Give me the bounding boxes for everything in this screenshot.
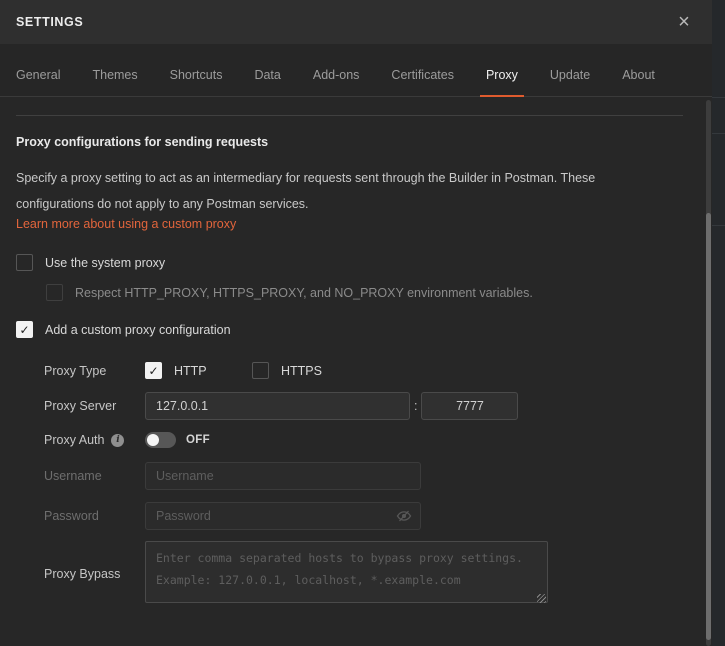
tab-certificates[interactable]: Certificates	[391, 54, 454, 97]
username-label: Username	[44, 469, 102, 483]
http-checkbox[interactable]: ✓	[145, 362, 162, 379]
settings-modal-screen: SETTINGS × General Themes Shortcuts Data…	[0, 0, 725, 646]
proxy-bypass-label: Proxy Bypass	[44, 566, 121, 581]
background-divider	[712, 225, 725, 226]
username-input	[145, 462, 421, 490]
proxy-auth-label-text: Proxy Auth	[44, 433, 105, 447]
respect-env-checkbox	[46, 284, 63, 301]
section-description: Specify a proxy setting to act as an int…	[16, 171, 596, 211]
learn-more-link[interactable]: Learn more about using a custom proxy	[16, 215, 236, 233]
http-label[interactable]: HTTP	[174, 364, 207, 378]
proxy-bypass-row: Proxy Bypass	[0, 541, 712, 606]
section-heading: Proxy configurations for sending request…	[16, 135, 269, 149]
tab-shortcuts[interactable]: Shortcuts	[170, 54, 223, 97]
host-port-separator: :	[414, 399, 418, 413]
info-icon[interactable]: i	[111, 433, 125, 447]
custom-proxy-label[interactable]: Add a custom proxy configuration	[45, 323, 231, 337]
username-row: Username	[0, 462, 712, 490]
tab-themes[interactable]: Themes	[92, 54, 137, 97]
background-divider	[712, 97, 725, 98]
https-option: HTTPS	[252, 362, 322, 379]
tab-proxy-label: Proxy	[485, 68, 518, 82]
custom-proxy-row: ✓ Add a custom proxy configuration	[0, 321, 712, 338]
tab-proxy[interactable]: Proxy	[479, 54, 524, 98]
checkmark-icon: ✓	[19, 322, 30, 337]
proxy-host-input[interactable]	[145, 392, 410, 420]
checkmark-icon: ✓	[148, 363, 159, 378]
background-divider	[712, 133, 725, 134]
tab-about[interactable]: About	[622, 54, 655, 97]
scrollbar-thumb[interactable]	[706, 213, 711, 640]
password-field-wrap	[145, 502, 421, 530]
https-label[interactable]: HTTPS	[281, 364, 322, 378]
close-icon[interactable]: ×	[674, 12, 694, 32]
custom-proxy-checkbox[interactable]: ✓	[16, 321, 33, 338]
proxy-auth-row: Proxy Auth i OFF	[0, 432, 712, 448]
proxy-bypass-wrap	[145, 541, 548, 606]
use-system-proxy-row: Use the system proxy	[0, 254, 712, 271]
section-divider	[16, 115, 683, 116]
proxy-settings-panel: Proxy configurations for sending request…	[0, 97, 712, 645]
tab-general[interactable]: General	[16, 54, 60, 97]
proxy-auth-state: OFF	[186, 434, 210, 446]
proxy-type-row: Proxy Type ✓ HTTP HTTPS	[0, 362, 712, 379]
settings-tabbar: General Themes Shortcuts Data Add-ons Ce…	[0, 44, 712, 98]
password-input	[145, 502, 421, 530]
use-system-proxy-checkbox[interactable]	[16, 254, 33, 271]
password-row: Password	[0, 502, 712, 530]
respect-env-label: Respect HTTP_PROXY, HTTPS_PROXY, and NO_…	[75, 285, 533, 300]
background-app-strip	[712, 0, 725, 646]
modal-title: SETTINGS	[16, 15, 84, 29]
proxy-type-label: Proxy Type	[44, 363, 107, 378]
settings-modal: SETTINGS × General Themes Shortcuts Data…	[0, 0, 712, 646]
proxy-auth-toggle[interactable]	[145, 432, 176, 448]
password-label: Password	[44, 509, 99, 523]
eye-slash-icon	[396, 510, 412, 522]
tab-addons[interactable]: Add-ons	[313, 54, 360, 97]
proxy-bypass-textarea[interactable]	[145, 541, 548, 603]
proxy-server-label: Proxy Server	[44, 399, 117, 413]
proxy-port-input[interactable]	[421, 392, 519, 420]
use-system-proxy-label[interactable]: Use the system proxy	[45, 256, 165, 270]
proxy-server-row: Proxy Server :	[0, 392, 712, 420]
respect-env-row: Respect HTTP_PROXY, HTTPS_PROXY, and NO_…	[0, 284, 712, 301]
toggle-knob	[147, 434, 159, 446]
modal-header: SETTINGS ×	[0, 0, 712, 44]
tab-update[interactable]: Update	[550, 54, 590, 97]
proxy-auth-label: Proxy Auth i	[44, 433, 145, 447]
https-checkbox[interactable]	[252, 362, 269, 379]
http-option: ✓ HTTP	[145, 362, 252, 379]
resize-handle-icon[interactable]	[537, 594, 546, 603]
tab-data[interactable]: Data	[254, 54, 280, 97]
